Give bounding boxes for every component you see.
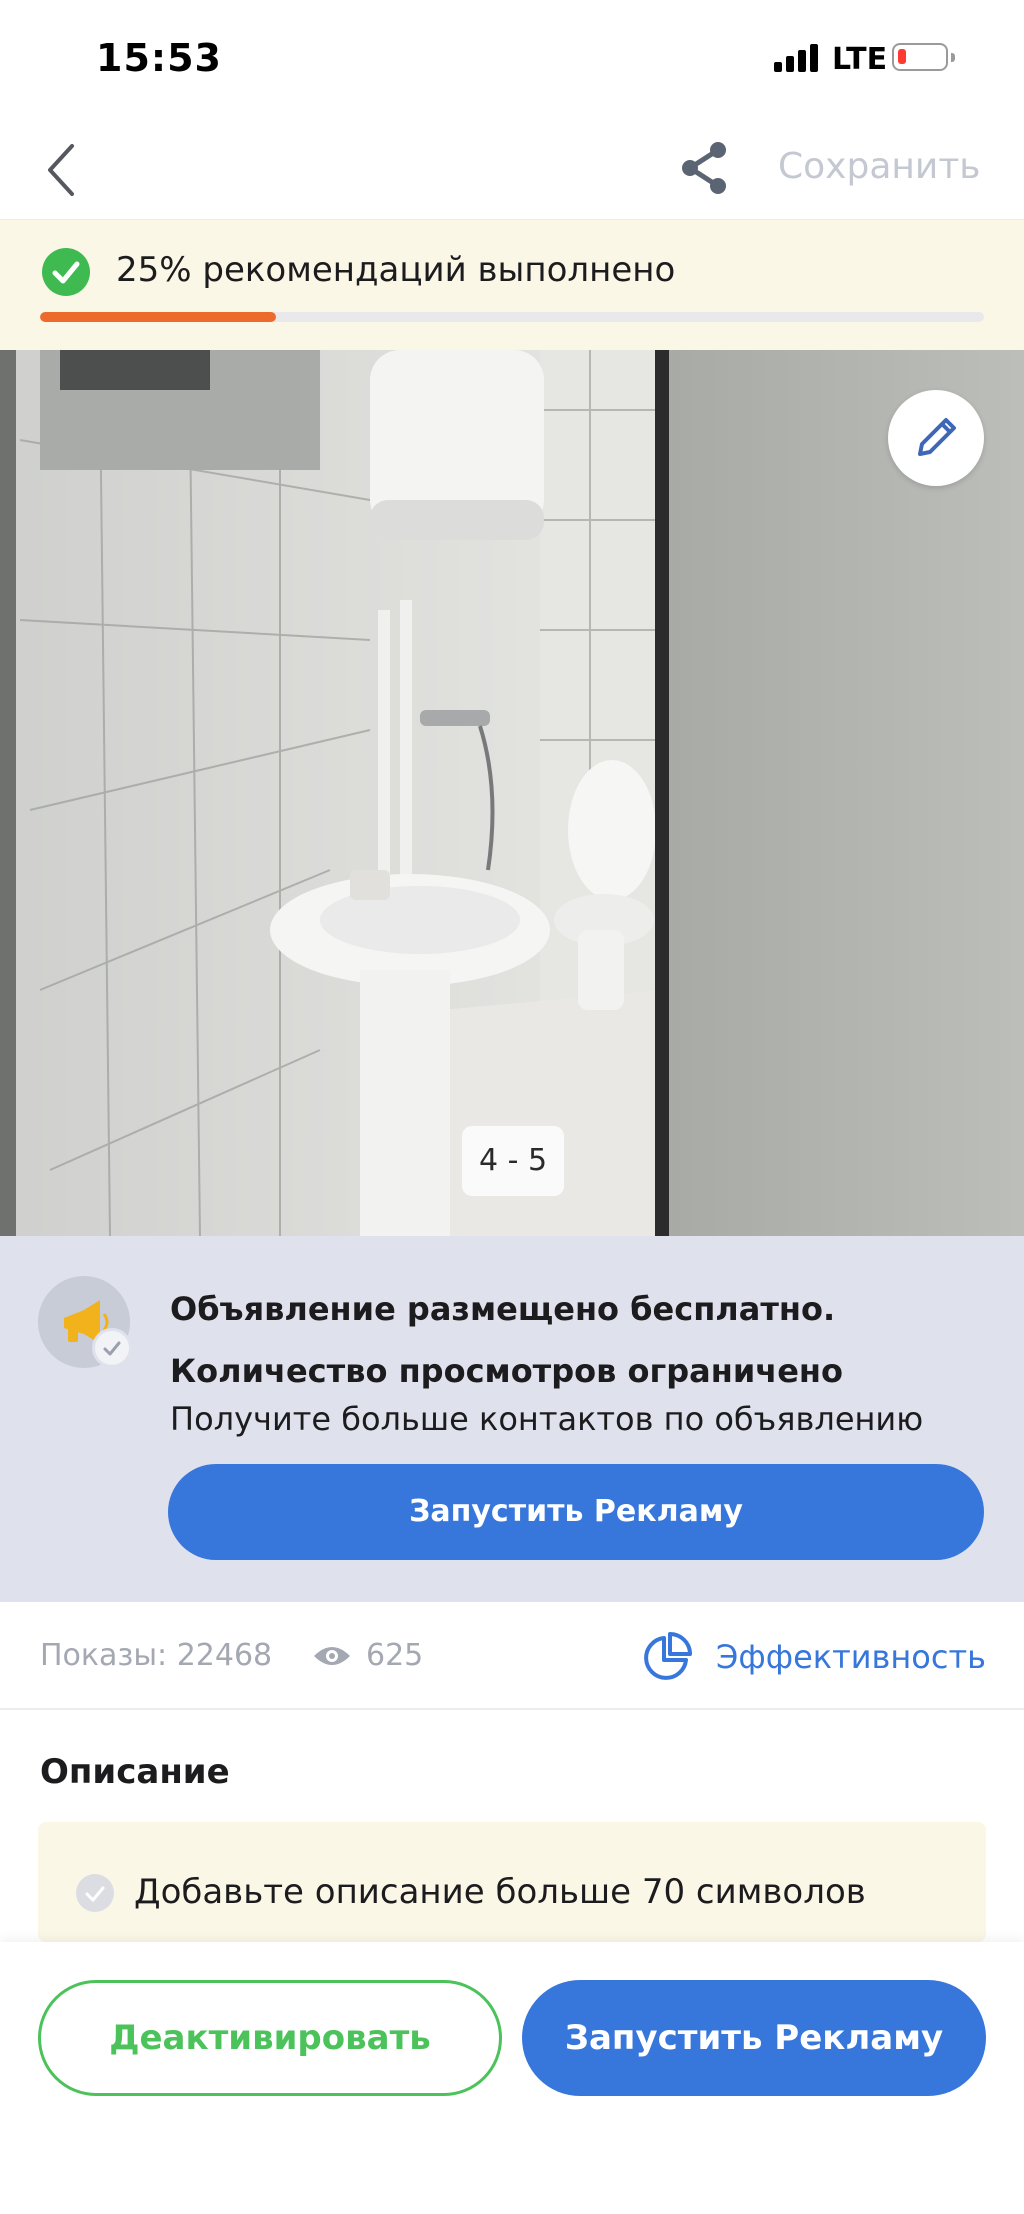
- recommendations-progress: [40, 312, 984, 322]
- recommendations-banner[interactable]: 25% рекомендаций выполнено: [0, 220, 1024, 350]
- promo-title-line2: Количество просмотров ограничено: [170, 1352, 843, 1390]
- check-circle-icon: [76, 1874, 114, 1912]
- status-bar: 15:53 LTE: [0, 0, 1024, 120]
- check-badge-icon: [92, 1328, 132, 1368]
- bottom-action-bar: Деактивировать Запустить Рекламу: [0, 1942, 1024, 2214]
- description-tip-text: Добавьте описание больше 70 символов: [134, 1872, 866, 1912]
- signal-icon: [774, 44, 820, 72]
- pie-chart-icon[interactable]: [640, 1630, 694, 1684]
- deactivate-button[interactable]: Деактивировать: [38, 1980, 502, 2096]
- views-count: 625: [366, 1638, 424, 1673]
- network-type: LTE: [832, 42, 888, 77]
- share-icon[interactable]: [676, 138, 734, 198]
- promo-title: Объявление размещено бесплатно. Количест…: [170, 1278, 990, 1402]
- listing-photo[interactable]: 4 - 5: [0, 350, 1024, 1236]
- promo-title-line1: Объявление размещено бесплатно.: [170, 1290, 836, 1328]
- battery-icon: [892, 43, 955, 71]
- efficiency-link[interactable]: Эффективность: [716, 1638, 986, 1676]
- photo-counter: 4 - 5: [462, 1126, 564, 1196]
- recommendations-text: 25% рекомендаций выполнено: [116, 250, 676, 290]
- description-title: Описание: [40, 1752, 230, 1792]
- eye-icon: [312, 1642, 352, 1670]
- back-chevron-icon[interactable]: [38, 138, 88, 202]
- status-time: 15:53: [96, 36, 222, 80]
- recommendations-progress-fill: [40, 312, 276, 322]
- impressions-count: Показы: 22468: [40, 1638, 273, 1673]
- promo-subtitle: Получите больше контактов по объявлению: [170, 1400, 924, 1438]
- promo-block: Объявление размещено бесплатно. Количест…: [0, 1236, 1024, 1602]
- stats-row: Показы: 22468 625 Эффективность: [0, 1602, 1024, 1710]
- save-button[interactable]: Сохранить: [778, 146, 981, 187]
- edit-photo-button[interactable]: [888, 390, 984, 486]
- description-tip-card[interactable]: Добавьте описание больше 70 символов: [38, 1822, 986, 1942]
- nav-bar: Сохранить: [0, 120, 1024, 220]
- check-circle-icon: [42, 248, 90, 296]
- promo-launch-ad-button[interactable]: Запустить Рекламу: [168, 1464, 984, 1560]
- pencil-icon: [918, 418, 956, 456]
- launch-ad-button[interactable]: Запустить Рекламу: [522, 1980, 986, 2096]
- bathroom-photo-illustration: [0, 350, 1024, 1236]
